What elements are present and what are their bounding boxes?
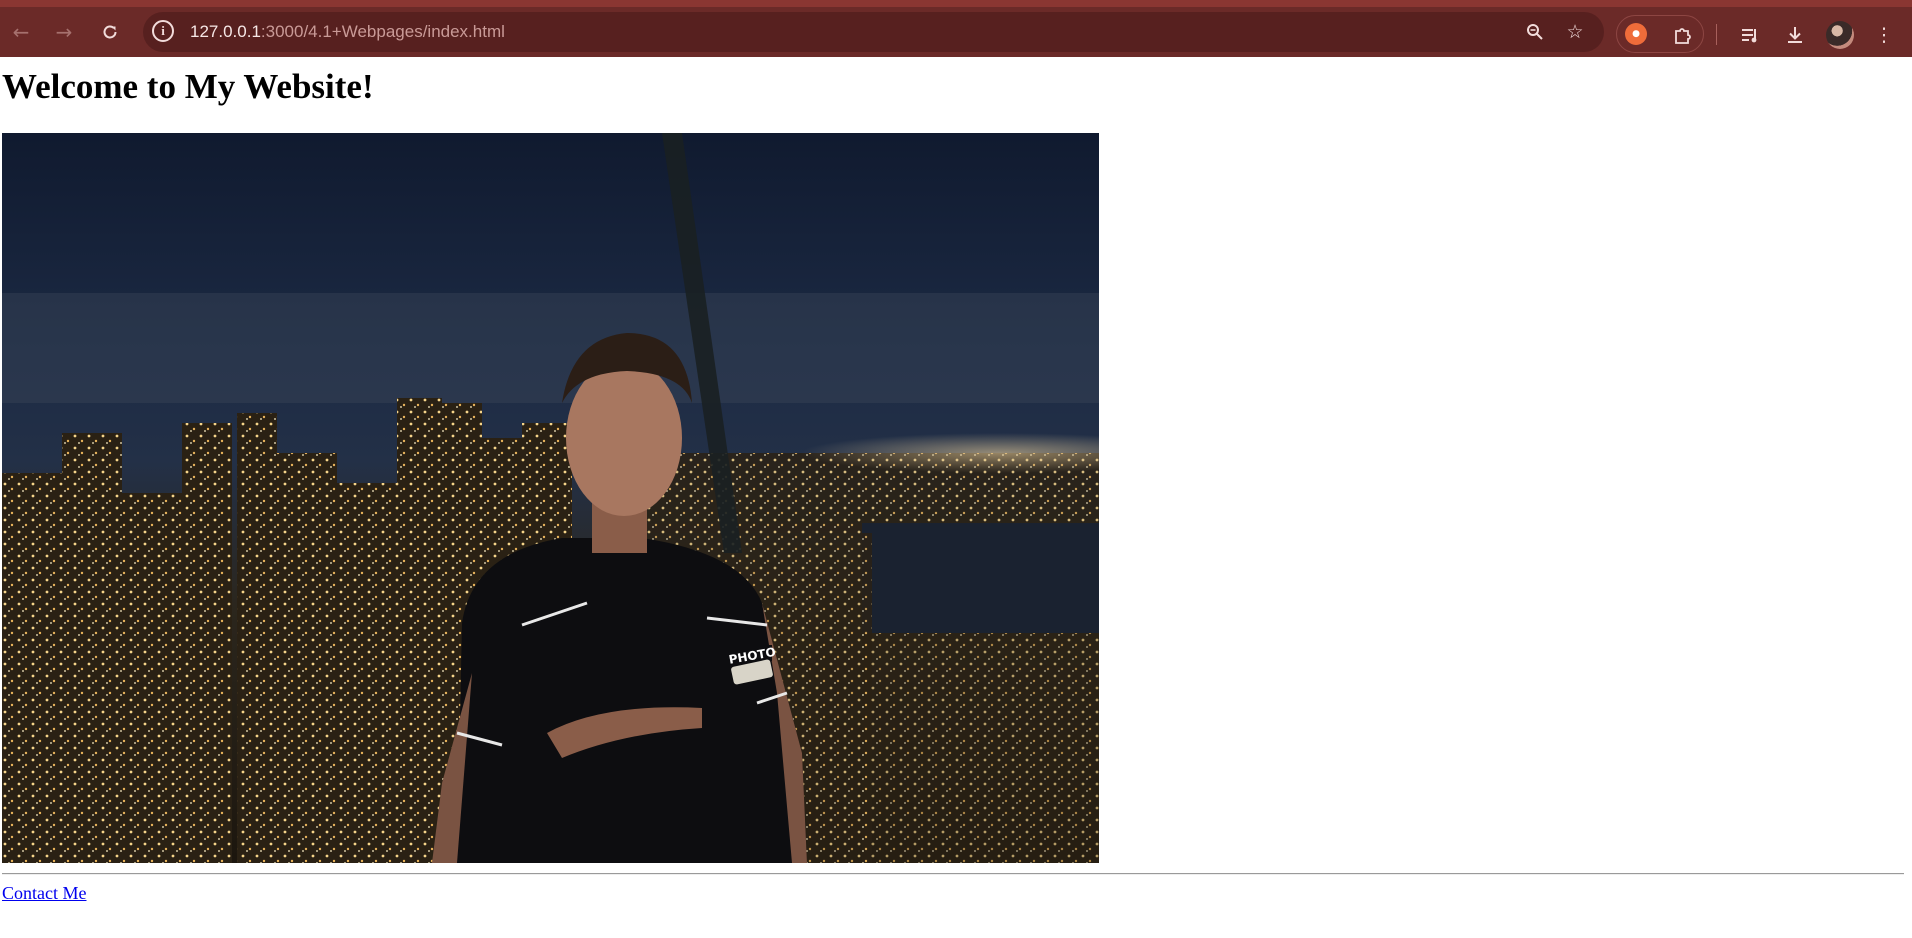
zoom-out-icon	[1527, 24, 1543, 40]
browser-toolbar: ← → i 127.0.0.1:3000/4.1+Webpages/index.…	[0, 0, 1912, 57]
reload-icon	[103, 25, 117, 39]
reload-button[interactable]	[95, 17, 125, 47]
extensions-button[interactable]	[1668, 20, 1698, 50]
url-path: :3000/4.1+Webpages/index.html	[260, 22, 505, 41]
person: PHOTO	[432, 333, 807, 863]
kebab-menu-icon: ⋮	[1874, 24, 1894, 46]
toolbar-separator	[1716, 24, 1717, 45]
menu-button[interactable]: ⋮	[1869, 20, 1899, 50]
star-icon: ☆	[1566, 21, 1584, 43]
download-icon	[1788, 27, 1802, 43]
downloads-button[interactable]	[1780, 20, 1810, 50]
bookmark-button[interactable]: ☆	[1562, 19, 1588, 45]
back-button[interactable]: ←	[6, 17, 36, 47]
zoom-button[interactable]	[1522, 19, 1548, 45]
url-host: 127.0.0.1	[190, 22, 261, 41]
arrow-right-icon: →	[55, 20, 73, 44]
forward-button[interactable]: →	[49, 17, 79, 47]
avatar[interactable]	[1826, 21, 1854, 49]
extension-icon[interactable]: ●	[1625, 23, 1647, 45]
horizontal-rule	[2, 873, 1904, 875]
url-text[interactable]: 127.0.0.1:3000/4.1+Webpages/index.html	[190, 22, 505, 42]
media-button[interactable]	[1735, 20, 1765, 50]
arrow-left-icon: ←	[12, 20, 30, 44]
page-title: Welcome to My Website!	[2, 67, 374, 106]
address-bar[interactable]: i 127.0.0.1:3000/4.1+Webpages/index.html…	[143, 12, 1604, 52]
city-night-photo: PHOTO	[2, 133, 1099, 863]
portrait-photo: PHOTO	[2, 133, 1099, 863]
media-queue-icon	[1742, 29, 1757, 43]
contact-link[interactable]: Contact Me	[2, 883, 86, 904]
info-icon[interactable]: i	[152, 20, 174, 42]
puzzle-icon	[1675, 28, 1691, 44]
page-content: Welcome to My Website! PHOTO Contact Me	[0, 57, 1912, 938]
